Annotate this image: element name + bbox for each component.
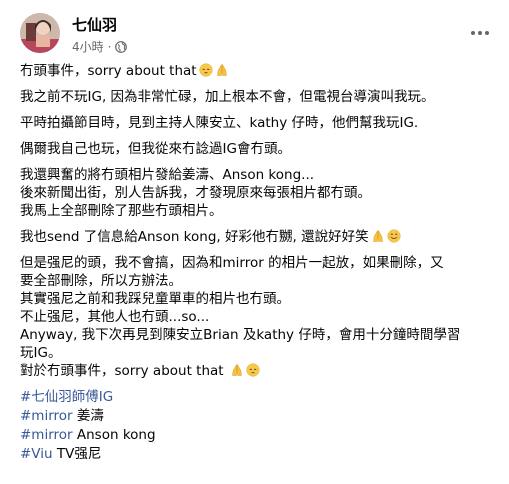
post-text-line: 我馬上全部刪除了那些冇頭相片。 (20, 202, 499, 220)
post-text-line: 不止强尼，其他人也冇頭...so... (20, 308, 499, 326)
pensive-face-icon (246, 363, 260, 377)
post-meta: 4小時 · (72, 38, 128, 55)
post-text: 偶爾我自己也玩，但我從來冇諗過IG會冇頭。 (20, 141, 291, 157)
post-paragraph: 偶爾我自己也玩，但我從來冇諗過IG會冇頭。 (20, 140, 499, 158)
post-paragraph: 我之前不玩IG, 因為非常忙碌，加上根本不會，但電視台導演叫我玩。 (20, 88, 499, 106)
smiling-face-icon (387, 229, 401, 243)
post-text: 要全部刪除，所以方辦法。 (20, 273, 182, 289)
post-time[interactable]: 4小時 (72, 38, 104, 55)
folded-hands-icon (372, 229, 383, 242)
post-text: 後來新聞出街，別人告訴我，才發現原來每張相片都冇頭。 (20, 185, 371, 201)
meta-separator: · (107, 39, 112, 54)
post-text-line: Anyway, 我下次再見到陳安立Brian 及kathy 仔時，會用十分鐘時間… (20, 326, 499, 344)
folded-hands-icon (216, 63, 227, 76)
post-text-line: 玩IG。 (20, 344, 499, 362)
post-text: 我也send 了信息給Anson kong, 好彩他冇嬲, 還說好好笑 (20, 229, 369, 245)
post-text: 其實强尼之前和我踩兒童單車的相片也冇頭。 (20, 291, 290, 307)
hashtag-line: #七仙羽師傅IG (20, 388, 499, 407)
post-text-line: 我也send 了信息給Anson kong, 好彩他冇嬲, 還說好好笑 (20, 228, 499, 246)
hashtag-text: Anson kong (72, 427, 156, 443)
post-text: 玩IG。 (20, 345, 62, 361)
post-text-line: 冇頭事件，sorry about that (20, 62, 499, 80)
post-text-line: 其實强尼之前和我踩兒童單車的相片也冇頭。 (20, 290, 499, 308)
post-text-line: 平時拍攝節目時，見到主持人陳安立、kathy 仔時，他們幫我玩IG. (20, 114, 499, 132)
hashtag-text: 姜濤 (72, 408, 104, 424)
facebook-post: 七仙羽 4小時 · 冇頭事件，sorry about that 我之前不玩IG, … (0, 0, 509, 484)
hashtag-line: #mirror Anson kong (20, 426, 499, 445)
pensive-face-icon (199, 63, 213, 77)
post-paragraph: 我還興奮的將冇頭相片發給姜濤、Anson kong... 後來新聞出街，別人告訴我… (20, 166, 499, 220)
post-text-line: 對於冇頭事件，sorry about that (20, 362, 499, 380)
post-text-line: 但是强尼的頭，我不會搞，因為和mirror 的相片一起放，如果刪除，又 (20, 254, 499, 272)
post-text: Anyway, 我下次再見到陳安立Brian 及kathy 仔時，會用十分鐘時間… (20, 327, 461, 343)
author-name[interactable]: 七仙羽 (72, 14, 117, 35)
hashtag-link[interactable]: #mirror (20, 408, 73, 424)
post-text-line: 我之前不玩IG, 因為非常忙碌，加上根本不會，但電視台導演叫我玩。 (20, 88, 499, 106)
post-text: 但是强尼的頭，我不會搞，因為和mirror 的相片一起放，如果刪除，又 (20, 255, 444, 271)
hashtag-link[interactable]: #Viu (20, 446, 53, 462)
more-options-icon[interactable] (465, 23, 495, 43)
folded-hands-icon (232, 363, 242, 376)
post-text: 不止强尼，其他人也冇頭...so... (20, 309, 210, 325)
post-content: 冇頭事件，sorry about that 我之前不玩IG, 因為非常忙碌，加上根… (20, 62, 499, 472)
post-paragraph: 冇頭事件，sorry about that (20, 62, 499, 80)
post-text-line: 我還興奮的將冇頭相片發給姜濤、Anson kong... (20, 166, 499, 184)
hashtag-text: TV强尼 (52, 446, 102, 462)
post-text: 我之前不玩IG, 因為非常忙碌，加上根本不會，但電視台導演叫我玩。 (20, 89, 435, 105)
globe-icon[interactable] (115, 40, 128, 53)
hashtag-line: #mirror 姜濤 (20, 407, 499, 426)
post-text-line: 後來新聞出街，別人告訴我，才發現原來每張相片都冇頭。 (20, 184, 499, 202)
post-header: 七仙羽 4小時 · (20, 13, 495, 57)
hashtag-line: #Viu TV强尼 (20, 445, 499, 464)
post-paragraph: 我也send 了信息給Anson kong, 好彩他冇嬲, 還說好好笑 (20, 228, 499, 246)
post-text: 我還興奮的將冇頭相片發給姜濤、Anson kong... (20, 167, 315, 183)
hashtag-link[interactable]: #七仙羽師傅IG (20, 389, 113, 405)
post-paragraph: 平時拍攝節目時，見到主持人陳安立、kathy 仔時，他們幫我玩IG. (20, 114, 499, 132)
hashtag-link[interactable]: #mirror (20, 427, 73, 443)
post-text: 我馬上全部刪除了那些冇頭相片。 (20, 203, 223, 219)
post-text-line: 要全部刪除，所以方辦法。 (20, 272, 499, 290)
post-paragraph: 但是强尼的頭，我不會搞，因為和mirror 的相片一起放，如果刪除，又 要全部刪除… (20, 254, 499, 380)
avatar[interactable] (20, 13, 60, 53)
post-text: 對於冇頭事件，sorry about that (20, 363, 228, 379)
post-text: 冇頭事件，sorry about that (20, 63, 197, 79)
post-text-line: 偶爾我自己也玩，但我從來冇諗過IG會冇頭。 (20, 140, 499, 158)
post-text: 平時拍攝節目時，見到主持人陳安立、kathy 仔時，他們幫我玩IG. (20, 115, 419, 131)
hashtag-list: #七仙羽師傅IG #mirror 姜濤 #mirror Anson kong #Viu… (20, 388, 499, 464)
